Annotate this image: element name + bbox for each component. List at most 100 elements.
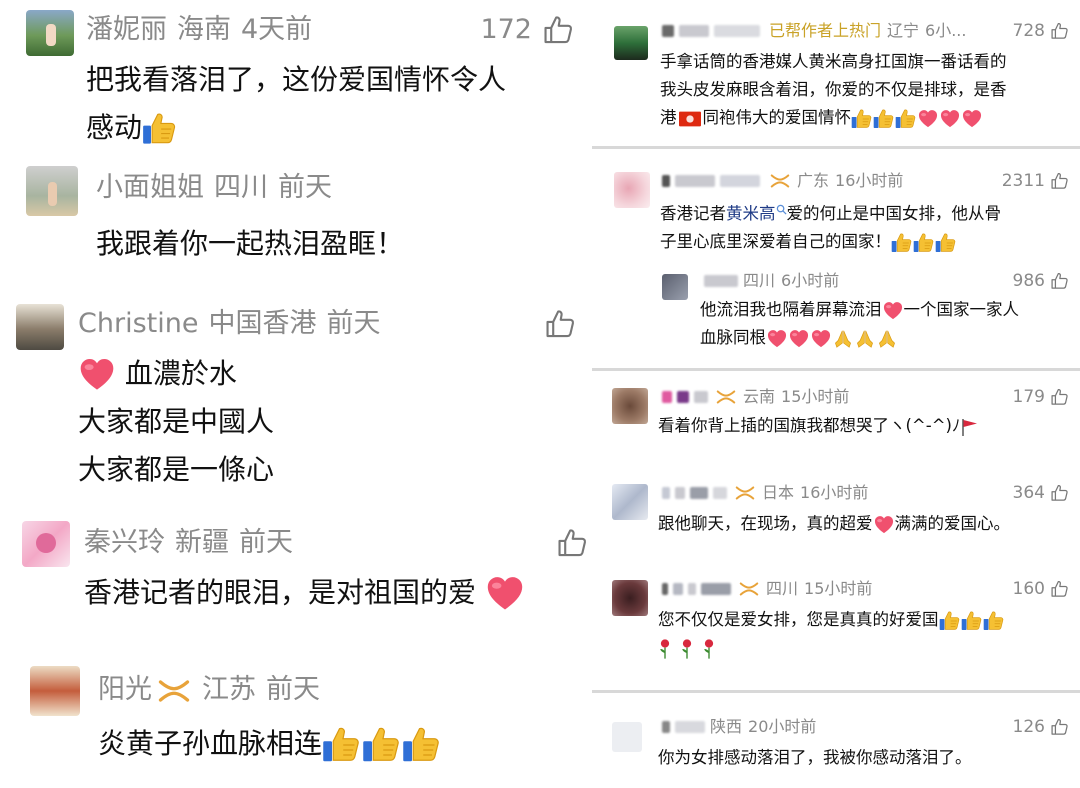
comment-text: 看着你背上插的国旗我都想哭了ヽ(^-^)ﾉ	[658, 412, 980, 440]
thumbs-up-emoji-icon	[935, 232, 957, 254]
like-count: 986	[1012, 271, 1045, 291]
like-button[interactable]: 728	[1013, 20, 1070, 42]
comment-line: 血脉同根	[700, 324, 1019, 352]
comment-item: 阳光 江苏 前天 炎黄子孙血脉相连	[0, 662, 590, 788]
avatar[interactable]	[22, 521, 70, 567]
comment-item: 广东 16小时前 2311 香港记者黄米高 爱的何止是中国女排，他从骨 子里心底里…	[592, 150, 1080, 366]
right-comment-panel: 已帮作者上热门 辽宁 6小... 728 手拿话筒的香港媒人黄米高身扛国旗一番话…	[592, 0, 1080, 788]
like-button[interactable]: 172	[480, 10, 576, 50]
blurred-username	[694, 391, 708, 403]
thumbs-up-icon	[1050, 387, 1070, 407]
avatar[interactable]	[26, 10, 74, 56]
praying-hands-emoji-icon	[854, 328, 876, 350]
thumbs-up-emoji-icon	[983, 610, 1005, 632]
comment-text: 把我看落泪了，这份爱国情怀令人 感动	[86, 56, 506, 152]
comment-text: 你为女排感动落泪了，我被你感动落泪了。	[658, 744, 972, 772]
like-button[interactable]: 2311	[1002, 170, 1070, 192]
comment-meta: 云南 15小时前	[662, 386, 849, 408]
divider	[592, 368, 1080, 371]
timestamp: 前天	[278, 172, 332, 203]
comment-text: 香港记者黄米高 爱的何止是中国女排，他从骨 子里心底里深爱着自己的国家！	[660, 200, 1001, 256]
comment-line: 大家都是中國人	[78, 405, 275, 438]
blurred-username	[688, 583, 696, 595]
blurred-username	[690, 487, 708, 499]
comment-meta: 日本 16小时前	[662, 482, 868, 504]
blurred-username	[662, 583, 668, 595]
comment-text: 我跟着你一起热泪盈眶！	[96, 220, 404, 268]
comment-line: 你为女排感动落泪了，我被你感动落泪了。	[658, 748, 972, 767]
thumbs-up-emoji-icon	[851, 108, 873, 130]
avatar[interactable]	[614, 26, 648, 60]
username[interactable]: 阳光	[98, 674, 152, 705]
like-button[interactable]: 160	[1013, 578, 1070, 600]
rose-emoji-icon	[680, 638, 694, 660]
username[interactable]: 潘妮丽	[86, 14, 167, 45]
keyword-link[interactable]: 黄米高	[726, 204, 776, 223]
username[interactable]: Christine	[78, 308, 198, 339]
comment-meta: 已帮作者上热门 辽宁 6小...	[662, 20, 966, 42]
avatar[interactable]	[614, 172, 650, 208]
like-count: 2311	[1001, 171, 1045, 191]
heart-emoji-icon	[485, 575, 525, 613]
region: 海南	[177, 14, 231, 45]
region: 中国香港	[208, 308, 317, 339]
heart-emoji-icon	[917, 109, 939, 129]
like-count: 728	[1012, 21, 1045, 41]
thumbs-up-icon	[544, 307, 578, 341]
avatar[interactable]	[612, 722, 642, 752]
comment-line: 感动	[86, 104, 506, 152]
like-button[interactable]	[546, 523, 590, 563]
comment-item: 小面姐姐 四川 前天 我跟着你一起热泪盈眶！	[0, 160, 590, 290]
comment-meta: 秦兴玲 新疆 前天	[84, 523, 303, 563]
username[interactable]: 小面姐姐	[96, 172, 204, 203]
avatar[interactable]	[16, 304, 64, 350]
blurred-username	[720, 175, 760, 187]
heart-emoji-icon	[766, 329, 788, 349]
region: 四川	[766, 579, 799, 598]
comment-item: 陕西 20小时前 126 你为女排感动落泪了，我被你感动落泪了。	[592, 694, 1080, 788]
blurred-username	[675, 487, 685, 499]
blurred-username	[662, 391, 672, 403]
like-button[interactable]: 179	[1013, 386, 1070, 408]
timestamp: 4天前	[241, 14, 313, 45]
comment-line: 我跟着你一起热泪盈眶！	[96, 227, 405, 260]
thumbs-up-icon	[556, 526, 590, 560]
heart-emoji-icon	[939, 109, 961, 129]
like-button[interactable]	[534, 304, 578, 344]
region: 辽宁	[887, 21, 920, 40]
blurred-username	[662, 721, 670, 733]
avatar[interactable]	[612, 484, 648, 520]
comment-line: 血濃於水	[78, 350, 274, 398]
thumbs-up-emoji-icon	[873, 108, 895, 130]
username[interactable]: 秦兴玲	[84, 527, 165, 558]
comment-meta: 阳光 江苏 前天	[98, 670, 330, 710]
avatar[interactable]	[30, 666, 80, 716]
like-button[interactable]: 364	[1013, 482, 1070, 504]
comment-line: 跟他聊天，在现场，真的超爱 满满的爱国心。	[658, 514, 1010, 533]
comment-meta: 陕西 20小时前	[662, 716, 816, 738]
like-count: 160	[1012, 579, 1045, 599]
thumbs-up-emoji-icon	[142, 111, 178, 147]
blurred-username	[714, 25, 760, 37]
avatar[interactable]	[612, 580, 648, 616]
thumbs-up-icon	[1050, 21, 1070, 41]
comment-line: 炎黄子孙血脉相连	[98, 720, 442, 768]
avatar[interactable]	[612, 388, 648, 424]
like-button[interactable]: 986	[1013, 270, 1070, 292]
avatar[interactable]	[662, 274, 688, 300]
praying-hands-emoji-icon	[876, 328, 898, 350]
praying-hands-emoji-icon	[832, 328, 854, 350]
blurred-username	[673, 583, 683, 595]
region: 四川	[214, 172, 268, 203]
like-count: 179	[1012, 387, 1045, 407]
hot-badge: 已帮作者上热门	[769, 21, 882, 40]
avatar[interactable]	[26, 166, 78, 216]
like-button[interactable]: 126	[1013, 716, 1070, 738]
comment-meta: Christine 中国香港 前天	[78, 304, 390, 344]
thumbs-up-icon	[1050, 483, 1070, 503]
comment-item: 四川 15小时前 160 您不仅仅是爱女排，您是真真的好爱国	[592, 566, 1080, 686]
comment-meta: 四川 15小时前	[662, 578, 872, 600]
search-icon[interactable]	[776, 204, 787, 215]
thumbs-up-emoji-icon	[891, 232, 913, 254]
thumbs-up-emoji-icon	[362, 725, 402, 765]
